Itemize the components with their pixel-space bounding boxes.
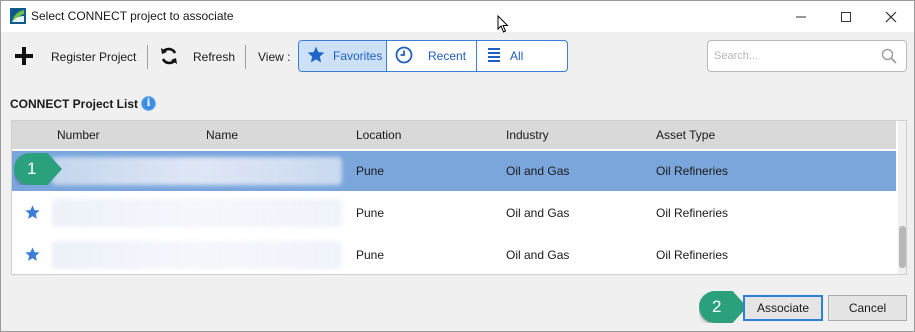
toolbar-divider — [245, 45, 246, 69]
window-title: Select CONNECT project to associate — [31, 9, 234, 23]
table-row[interactable]: Pune Oil and Gas Oil Refineries — [12, 193, 896, 233]
associate-button[interactable]: Associate — [743, 295, 823, 321]
minimize-button[interactable] — [778, 1, 824, 32]
close-button[interactable] — [868, 1, 914, 32]
favorite-star-icon[interactable] — [24, 246, 41, 266]
cell-location: Pune — [356, 248, 385, 262]
view-favorites-button[interactable]: Favorites — [299, 41, 387, 71]
app-logo-icon — [10, 8, 26, 24]
toolbar-divider — [147, 45, 148, 69]
cell-asset-type: Oil Refineries — [656, 206, 729, 220]
project-grid: Number Name Location Industry Asset Type… — [11, 120, 907, 275]
vertical-scrollbar[interactable] — [898, 121, 906, 274]
cell-industry: Oil and Gas — [506, 164, 570, 178]
maximize-icon — [841, 11, 851, 22]
column-header-asset-type[interactable]: Asset Type — [656, 128, 715, 142]
view-all-button[interactable]: All — [477, 41, 567, 71]
cell-location: Pune — [356, 206, 385, 220]
title-bar: Select CONNECT project to associate — [1, 1, 914, 33]
view-toggle-group: Favorites Recent All — [298, 40, 568, 72]
column-header-name[interactable]: Name — [206, 128, 238, 142]
minimize-icon — [796, 16, 806, 17]
step-callout-2: 2 — [699, 291, 747, 323]
dialog-window: Select CONNECT project to associate Regi… — [0, 0, 915, 332]
column-header-number[interactable]: Number — [57, 128, 100, 142]
view-all-label: All — [510, 49, 524, 63]
close-icon — [885, 11, 897, 22]
info-icon[interactable]: i — [141, 96, 156, 111]
view-recent-button[interactable]: Recent — [387, 41, 477, 71]
scrollbar-thumb[interactable] — [899, 226, 906, 268]
cell-industry: Oil and Gas — [506, 248, 570, 262]
register-project-button[interactable]: Register Project — [13, 37, 136, 77]
cell-location: Pune — [356, 164, 385, 178]
view-recent-label: Recent — [428, 49, 467, 63]
column-header-location[interactable]: Location — [356, 128, 401, 142]
table-row[interactable]: Pune Oil and Gas Oil Refineries — [12, 151, 896, 191]
view-favorites-label: Favorites — [333, 49, 383, 63]
cell-asset-type: Oil Refineries — [656, 248, 729, 262]
table-row[interactable]: Pune Oil and Gas Oil Refineries — [12, 235, 896, 274]
column-header-industry[interactable]: Industry — [506, 128, 549, 142]
grid-header: Number Name Location Industry Asset Type — [12, 121, 896, 149]
search-icon[interactable] — [881, 48, 897, 67]
view-label: View : — [258, 50, 291, 64]
clock-icon — [395, 46, 413, 67]
toolbar: Register Project Refresh View : Favorite… — [1, 37, 914, 77]
refresh-button[interactable]: Refresh — [159, 37, 235, 77]
plus-icon — [13, 45, 35, 70]
search-box — [707, 40, 907, 72]
cell-industry: Oil and Gas — [506, 206, 570, 220]
refresh-icon — [159, 46, 179, 69]
cancel-button[interactable]: Cancel — [828, 295, 907, 321]
maximize-button[interactable] — [823, 1, 869, 32]
mouse-cursor-icon — [497, 14, 509, 36]
search-input[interactable] — [714, 47, 874, 65]
refresh-label: Refresh — [193, 50, 236, 64]
redacted-project-info — [52, 241, 342, 269]
list-icon — [487, 47, 501, 66]
redacted-project-info — [52, 157, 342, 185]
favorite-star-icon[interactable] — [24, 204, 41, 224]
project-list-title: CONNECT Project List — [10, 97, 139, 111]
star-icon — [306, 45, 326, 68]
register-project-label: Register Project — [51, 50, 137, 64]
redacted-project-info — [52, 199, 342, 227]
cell-asset-type: Oil Refineries — [656, 164, 729, 178]
